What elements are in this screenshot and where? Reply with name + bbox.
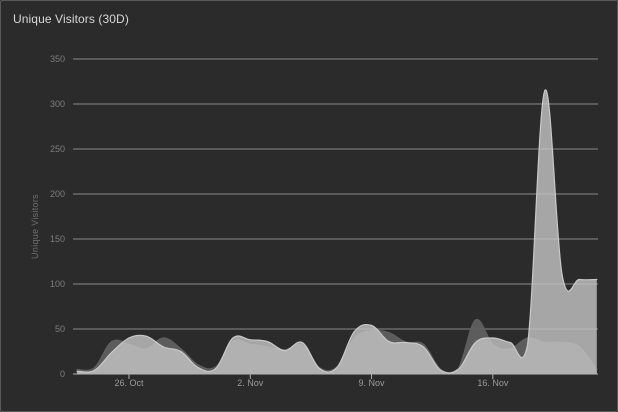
y-axis-label: Unique Visitors bbox=[30, 194, 40, 259]
y-tick-label: 150 bbox=[50, 234, 65, 244]
series-1-line bbox=[76, 89, 597, 374]
data-point bbox=[509, 341, 511, 344]
data-point bbox=[284, 350, 286, 352]
data-point bbox=[422, 346, 425, 348]
x-tick-label: 2. Nov bbox=[237, 378, 264, 388]
grid-lines bbox=[73, 58, 598, 330]
data-point bbox=[93, 367, 95, 369]
data-point bbox=[474, 319, 477, 321]
y-tick-label: 250 bbox=[50, 144, 65, 154]
data-point bbox=[457, 368, 459, 371]
data-point bbox=[180, 348, 182, 350]
data-point bbox=[215, 368, 217, 370]
data-point bbox=[76, 368, 78, 371]
data-point bbox=[215, 366, 217, 368]
data-point bbox=[336, 367, 338, 369]
data-point bbox=[596, 278, 598, 281]
data-point bbox=[388, 341, 390, 343]
data-point bbox=[93, 369, 95, 371]
data-point bbox=[353, 331, 355, 333]
y-tick-label: 50 bbox=[55, 324, 65, 334]
area-chart: 0 50 100 150 200 250 300 350 Unique Visitors 26. … bbox=[30, 54, 598, 388]
y-tick-label: 0 bbox=[60, 369, 65, 379]
x-tick-label: 16. Nov bbox=[477, 378, 509, 388]
data-point bbox=[197, 364, 199, 366]
data-point bbox=[128, 337, 130, 339]
series-areas bbox=[76, 89, 598, 374]
data-point bbox=[145, 335, 147, 337]
data-point bbox=[405, 341, 407, 344]
data-point bbox=[180, 350, 182, 353]
data-point bbox=[440, 369, 442, 371]
data-point bbox=[474, 341, 477, 344]
data-point bbox=[370, 324, 373, 326]
data-point bbox=[197, 367, 199, 369]
y-tick-label: 200 bbox=[50, 189, 65, 199]
data-point bbox=[578, 278, 581, 281]
data-point bbox=[544, 89, 546, 92]
y-tick-label: 350 bbox=[50, 54, 65, 64]
data-point bbox=[266, 341, 269, 343]
data-point bbox=[163, 346, 165, 348]
data-point bbox=[301, 341, 303, 344]
data-point bbox=[318, 368, 321, 370]
data-point bbox=[526, 344, 529, 346]
data-point bbox=[492, 337, 494, 339]
x-tick-label: 26. Oct bbox=[114, 378, 144, 388]
y-tick-label: 300 bbox=[50, 99, 65, 109]
y-tick-label: 100 bbox=[50, 279, 65, 289]
data-point bbox=[422, 343, 425, 345]
series-1-area bbox=[77, 89, 597, 374]
data-point bbox=[163, 337, 165, 339]
data-point bbox=[111, 341, 113, 343]
data-point bbox=[388, 332, 390, 334]
data-point bbox=[111, 351, 113, 353]
data-point bbox=[561, 274, 563, 276]
data-point bbox=[249, 339, 251, 341]
data-point bbox=[232, 337, 234, 339]
x-tick-label: 9. Nov bbox=[359, 378, 386, 388]
data-point bbox=[76, 370, 78, 372]
